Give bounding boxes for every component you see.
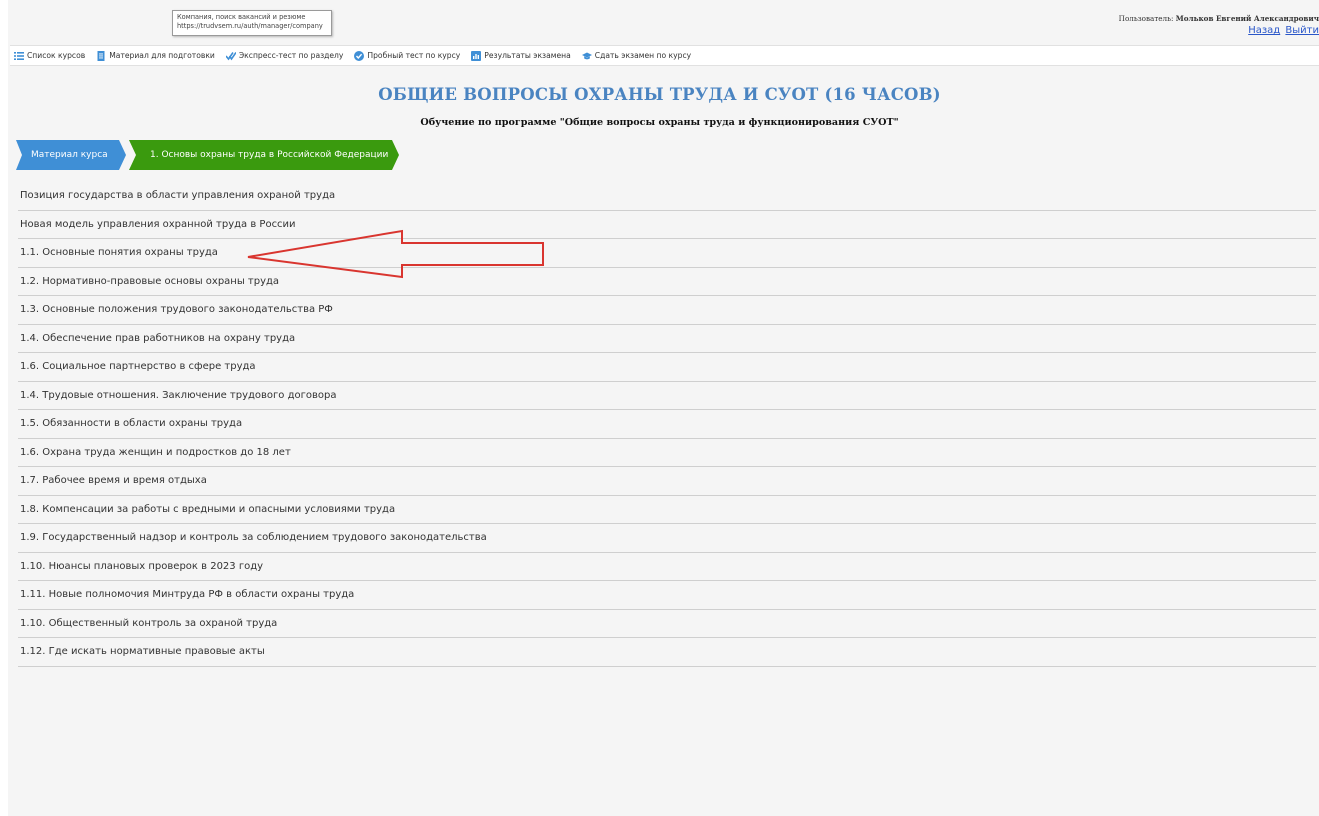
lesson-item[interactable]: Позиция государства в области управления… [18, 182, 1316, 211]
page: Компания, поиск вакансий и резюме https:… [0, 0, 1319, 816]
toolbar-trial-test[interactable]: Пробный тест по курсу [354, 50, 461, 61]
lesson-item[interactable]: 1.5. Обязанности в области охраны труда [18, 410, 1316, 439]
lesson-item[interactable]: 1.12. Где искать нормативные правовые ак… [18, 638, 1316, 667]
toolbar-item-label: Сдать экзамен по курсу [594, 51, 692, 60]
page-subtitle: Обучение по программе "Общие вопросы охр… [420, 117, 899, 128]
toolbar-take-exam[interactable]: Сдать экзамен по курсу [581, 51, 692, 61]
lesson-item[interactable]: 1.1. Основные понятия охраны труда [18, 239, 1316, 268]
check-circle-icon [354, 50, 365, 61]
lesson-item[interactable]: 1.10. Общественный контроль за охраной т… [18, 610, 1316, 638]
breadcrumb: Материал курса 1. Основы охраны труда в … [16, 140, 416, 170]
lesson-item[interactable]: 1.4. Обеспечение прав работников на охра… [18, 325, 1316, 353]
lesson-item[interactable]: 1.6. Охрана труда женщин и подростков до… [18, 439, 1316, 467]
toolbar-item-label: Пробный тест по курсу [367, 51, 461, 60]
lesson-item[interactable]: 1.10. Нюансы плановых проверок в 2023 го… [18, 553, 1316, 581]
bar-chart-icon [471, 50, 482, 61]
toolbar-course-list[interactable]: Список курсов [14, 51, 85, 61]
toolbar-exam-results[interactable]: Результаты экзамена [471, 50, 571, 61]
toolbar-express-test[interactable]: Экспресс-тест по разделу [225, 51, 344, 61]
document-icon [96, 50, 106, 61]
toolbar-item-label: Результаты экзамена [484, 51, 571, 60]
user-name: Мольков Евгений Александрович [1175, 14, 1319, 23]
user-panel: Пользователь: Мольков Евгений Александро… [1119, 14, 1319, 36]
logout-link[interactable]: Выйти [1285, 25, 1319, 36]
user-prefix: Пользователь: [1118, 14, 1174, 23]
page-title: ОБЩИЕ ВОПРОСЫ ОХРАНЫ ТРУДА И СУОТ (16 ЧА… [378, 85, 941, 104]
toolbar-item-label: Список курсов [27, 51, 86, 60]
toolbar-study-material[interactable]: Материал для подготовки [96, 50, 215, 61]
lesson-item[interactable]: 1.4. Трудовые отношения. Заключение труд… [18, 382, 1316, 410]
graduation-cap-icon [581, 51, 592, 61]
toolbar-item-label: Экспресс-тест по разделу [238, 51, 344, 60]
lesson-item[interactable]: 1.2. Нормативно-правовые основы охраны т… [18, 268, 1316, 296]
tooltip-url: https://trudvsem.ru/auth/manager/company [177, 22, 323, 30]
lesson-item[interactable]: 1.8. Компенсации за работы с вредными и … [18, 496, 1316, 524]
back-link[interactable]: Назад [1248, 25, 1280, 36]
lesson-item[interactable]: 1.6. Социальное партнерство в сфере труд… [18, 353, 1316, 382]
lesson-item[interactable]: 1.7. Рабочее время и время отдыха [18, 467, 1316, 496]
lesson-item[interactable]: 1.3. Основные положения трудового законо… [18, 296, 1316, 325]
breadcrumb-section-1[interactable]: 1. Основы охраны труда в Российской Феде… [150, 140, 388, 170]
toolbar-item-label: Материал для подготовки [109, 51, 215, 60]
lesson-item[interactable]: 1.11. Новые полномочия Минтруда РФ в обл… [18, 581, 1316, 610]
list-icon [14, 51, 24, 61]
tooltip-title: Компания, поиск вакансий и резюме [177, 13, 306, 21]
link-tooltip: Компания, поиск вакансий и резюме https:… [172, 10, 332, 36]
lesson-list: Позиция государства в области управления… [18, 182, 1316, 667]
course-toolbar: Список курсов Материал для подготовки Эк… [10, 45, 1319, 66]
lesson-item[interactable]: 1.9. Государственный надзор и контроль з… [18, 524, 1316, 553]
breadcrumb-course-material[interactable]: Материал курса [31, 140, 108, 170]
double-check-icon [225, 51, 236, 61]
lesson-item[interactable]: Новая модель управления охранной труда в… [18, 211, 1316, 239]
